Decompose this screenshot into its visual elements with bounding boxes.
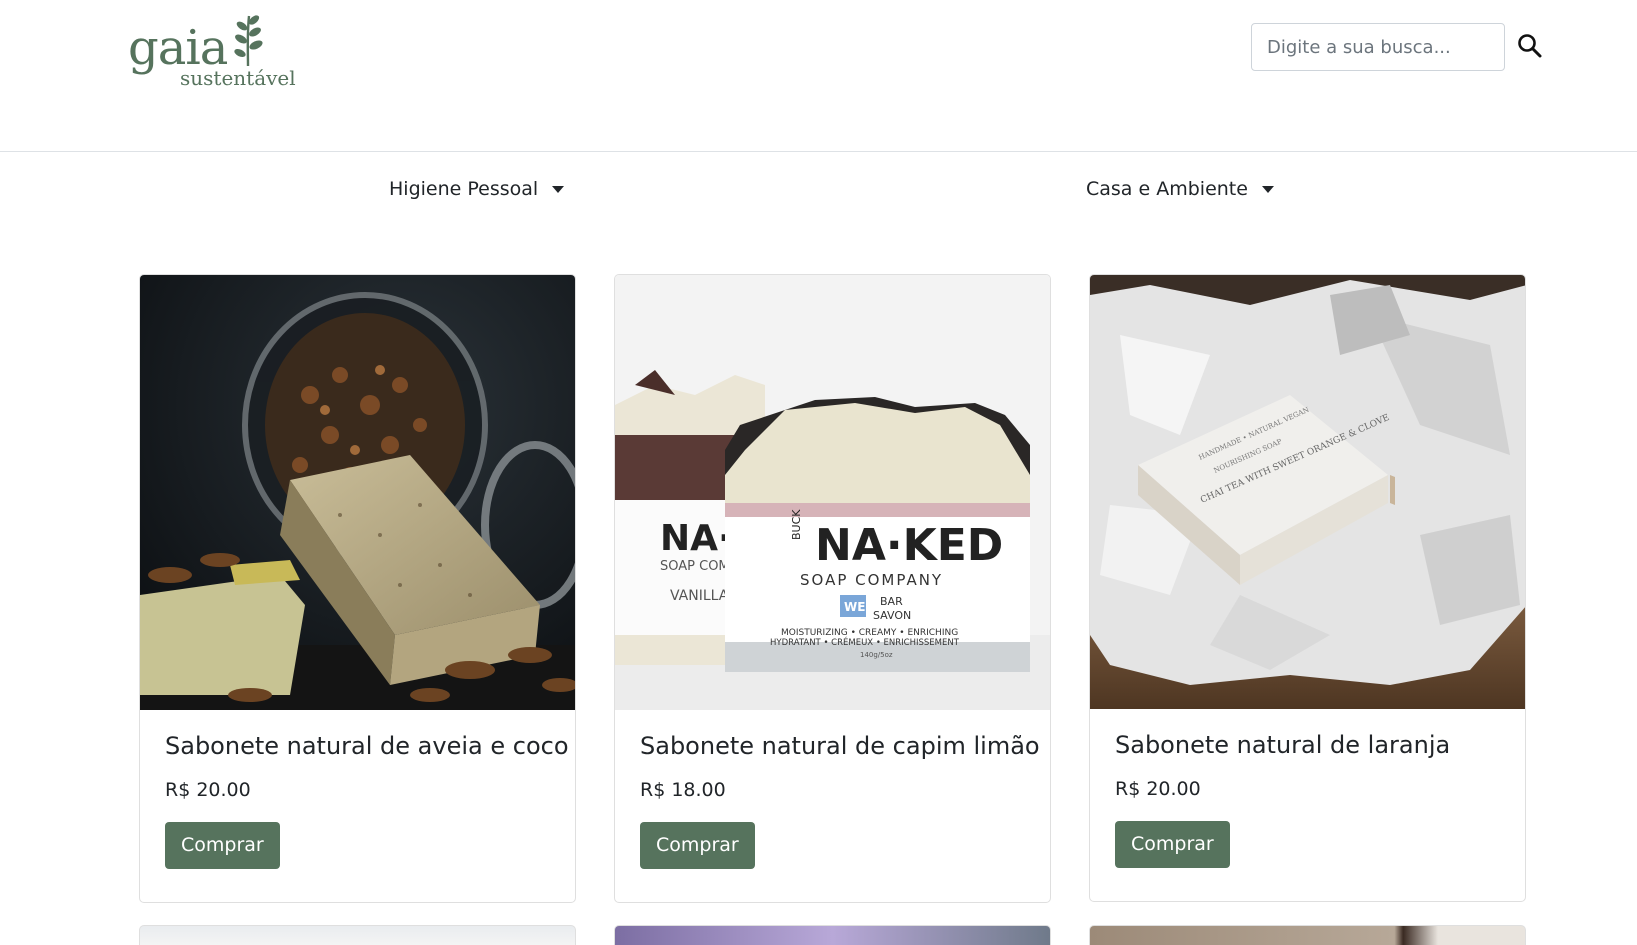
soap-brand-big: NA·KED xyxy=(815,520,1003,571)
product-image[interactable] xyxy=(140,275,575,710)
product-card-partial[interactable] xyxy=(139,925,576,945)
nav-dropdown-casa-e-ambiente[interactable]: Casa e Ambiente xyxy=(1086,174,1274,204)
soap-brand-small: BUCK xyxy=(790,509,803,540)
search-button[interactable] xyxy=(1516,32,1544,60)
oat-coconut-soap-photo xyxy=(140,275,575,710)
product-title[interactable]: Sabonete natural de capim limão xyxy=(640,732,1040,761)
product-card: HANDMADE • NATURAL VEGAN NOURISHING SOAP… xyxy=(1089,274,1526,902)
nav-label: Casa e Ambiente xyxy=(1086,178,1248,200)
product-title[interactable]: Sabonete natural de aveia e coco xyxy=(165,732,569,761)
orange-soap-photo: HANDMADE • NATURAL VEGAN NOURISHING SOAP… xyxy=(1090,275,1525,709)
soap-line1: MOISTURIZING • CREAMY • ENRICHING xyxy=(781,628,958,638)
buy-button[interactable]: Comprar xyxy=(640,821,755,869)
product-image[interactable]: HANDMADE • NATURAL VEGAN NOURISHING SOAP… xyxy=(1090,275,1525,709)
soap-line2: HYDRATANT • CRÉMEUX • ENRICHISSEMENT xyxy=(770,636,960,648)
nav-dropdown-higiene-pessoal[interactable]: Higiene Pessoal xyxy=(389,174,565,204)
product-card: NA·KED SOAP COMPANY VANILLA BUCK NA·KED … xyxy=(614,274,1051,903)
caret-down-icon xyxy=(552,185,565,193)
search-field[interactable] xyxy=(1251,23,1505,71)
product-card-partial[interactable] xyxy=(614,925,1051,945)
back-soap-variant: VANILLA xyxy=(670,588,729,604)
nav-label: Higiene Pessoal xyxy=(389,178,539,200)
product-card-partial[interactable] xyxy=(1089,925,1526,945)
product-price: R$ 20.00 xyxy=(1115,777,1201,800)
product-title[interactable]: Sabonete natural de laranja xyxy=(1115,731,1500,760)
search-icon xyxy=(1518,34,1542,58)
caret-down-icon xyxy=(1261,185,1274,193)
product-card: Sabonete natural de aveia e coco R$ 20.0… xyxy=(139,274,576,903)
product-price: R$ 18.00 xyxy=(640,778,726,801)
buy-button[interactable]: Comprar xyxy=(165,821,280,869)
lemongrass-soap-photo: NA·KED SOAP COMPANY VANILLA BUCK NA·KED … xyxy=(615,275,1050,710)
soap-weight: 140g/5oz xyxy=(860,651,893,659)
soap-savon: SAVON xyxy=(873,609,911,622)
brand-tagline: sustentável xyxy=(180,66,296,90)
brand-logo[interactable]: gaia sustentável xyxy=(128,8,308,98)
soap-we: WE xyxy=(844,600,865,614)
search-input[interactable] xyxy=(1252,24,1504,70)
leaf-icon xyxy=(234,15,263,67)
brand-name: gaia xyxy=(128,20,228,76)
soap-bar: BAR xyxy=(880,595,903,608)
site-header: gaia sustentável xyxy=(0,0,1637,152)
buy-button[interactable]: Comprar xyxy=(1115,820,1230,868)
product-price: R$ 20.00 xyxy=(165,778,251,801)
product-image[interactable]: NA·KED SOAP COMPANY VANILLA BUCK NA·KED … xyxy=(615,275,1050,710)
soap-company: SOAP COMPANY xyxy=(800,571,943,589)
